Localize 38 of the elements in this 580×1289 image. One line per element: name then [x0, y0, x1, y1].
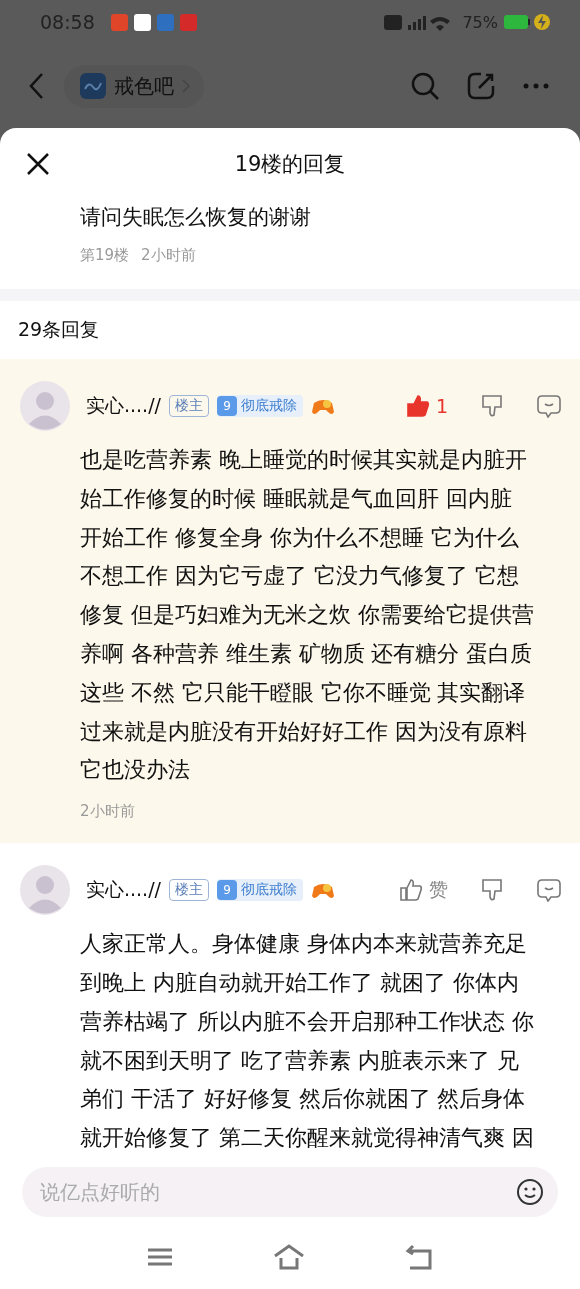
- comment-icon[interactable]: [536, 878, 562, 903]
- reply-count: 29条回复: [17, 317, 101, 342]
- op-badge: 楼主: [168, 879, 209, 902]
- comment-icon[interactable]: [536, 394, 562, 418]
- sheet-title: 19楼的回复: [234, 151, 346, 178]
- dislike-icon[interactable]: [480, 393, 504, 419]
- comment-input[interactable]: 说亿点好听的: [22, 1167, 558, 1217]
- forum-logo-icon: [80, 73, 106, 99]
- level-badge: 9 彻底戒除: [216, 395, 303, 417]
- app-notification-icon: [156, 13, 174, 31]
- menu-icon[interactable]: [147, 1247, 173, 1267]
- emoji-icon[interactable]: [516, 1178, 544, 1206]
- like-button[interactable]: 1: [405, 394, 448, 418]
- more-icon[interactable]: [522, 82, 550, 90]
- reply-time: 2小时前: [79, 802, 136, 822]
- close-icon[interactable]: [26, 152, 50, 176]
- search-icon[interactable]: [410, 71, 440, 101]
- app-notification-icon: [179, 13, 197, 31]
- status-time: 08:58: [40, 11, 95, 33]
- like-button[interactable]: 赞: [399, 877, 448, 904]
- app-notification-icon: [133, 13, 151, 31]
- post-time: 2小时前: [141, 246, 196, 265]
- reply-text: 也是吃营养素 晚上睡觉的时候其实就是内脏开 始工作修复的时候 睡眠就是气血回肝 回内脏 开始工作 修复全身 你为什么不想睡 它为什么 不想工作 因为它亏虚了 它没力气修复了 它想 修复 但是巧妇难为无米之炊 你需要给它提供营 养啊 各种营养 维生素 矿物质 还有糖分 蛋白质 这些 不然 它只能干瞪眼 它你不睡觉 其实翻译 过来就是内脏没有开始好好工作 因为没有原料 它也没办法: [79, 446, 535, 785]
- user-name[interactable]: 实心....//: [86, 877, 161, 904]
- floor-label: 第19楼: [80, 246, 130, 265]
- op-badge: 楼主: [168, 395, 209, 417]
- edit-icon[interactable]: [466, 71, 496, 101]
- level-badge: 9 彻底戒除: [216, 879, 303, 902]
- signal-icon: [384, 13, 451, 31]
- post-text: 请问失眠怎么恢复的谢谢: [80, 204, 312, 231]
- user-name[interactable]: 实心....//: [86, 393, 161, 419]
- forum-chip[interactable]: 戒色吧: [64, 64, 204, 108]
- home-icon[interactable]: [273, 1244, 305, 1270]
- battery-charging-icon: [504, 12, 552, 32]
- battery-percent: 75%: [462, 12, 498, 32]
- app-notification-icon: [110, 13, 128, 31]
- reply-text: 人家正常人。身体健康 身体内本来就营养充足 到晚上 内脏自动就开始工作了 就困了 你体内 营养枯竭了 所以内脏不会开启那种工作状态 你 就不困到天明了 吃了营养素 内脏表示来了 兄 弟们 干活了 好好修复 然后你就困了 然后身体 就开始修复了 第二天你醒来就觉得神清气爽 因: [79, 930, 535, 1153]
- back-icon[interactable]: [405, 1244, 433, 1270]
